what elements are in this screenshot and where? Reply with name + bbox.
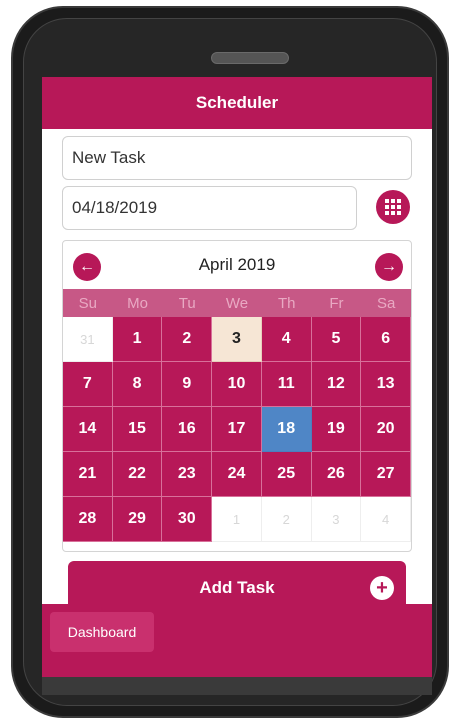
calendar-day[interactable]: 25 <box>261 452 312 497</box>
calendar-day[interactable]: 20 <box>361 407 411 452</box>
calendar-day[interactable]: 15 <box>112 407 163 452</box>
weekday-label: Tu <box>178 294 196 312</box>
date-input[interactable]: 04/18/2019 <box>62 186 357 230</box>
calendar-day[interactable]: 2 <box>261 497 312 542</box>
calendar-day[interactable]: 3 <box>311 497 362 542</box>
footer-bar: Dashboard <box>42 604 432 677</box>
calendar-day[interactable]: 14 <box>63 407 113 452</box>
new-task-placeholder: New Task <box>72 148 146 167</box>
calendar-day-today[interactable]: 3 <box>212 317 262 362</box>
calendar-day[interactable]: 10 <box>212 362 262 407</box>
calendar-day[interactable]: 1 <box>212 497 262 542</box>
calendar-days: 31 1 2 3 4 5 6 7 8 9 10 11 12 13 14 15 1… <box>63 317 411 542</box>
weekday-label: Sa <box>376 294 396 312</box>
calendar-day[interactable]: 13 <box>361 362 411 407</box>
calendar-toggle-button[interactable] <box>376 190 410 224</box>
calendar-day[interactable]: 6 <box>361 317 411 362</box>
next-month-button[interactable]: → <box>375 253 403 281</box>
calendar-day[interactable]: 19 <box>311 407 362 452</box>
dashboard-button[interactable]: Dashboard <box>50 612 154 652</box>
app-header: Scheduler <box>42 77 432 129</box>
grid-icon <box>385 199 401 215</box>
add-task-label: Add Task <box>199 578 275 597</box>
arrow-left-icon: ← <box>79 258 95 275</box>
calendar-day[interactable]: 5 <box>311 317 362 362</box>
plus-icon: + <box>370 576 394 600</box>
weekday-label: Su <box>78 294 98 312</box>
calendar-header: ← April 2019 → <box>63 241 411 289</box>
calendar-day[interactable]: 30 <box>162 497 213 542</box>
calendar-day[interactable]: 1 <box>112 317 163 362</box>
calendar-day[interactable]: 22 <box>112 452 163 497</box>
calendar-day[interactable]: 11 <box>261 362 312 407</box>
app-title: Scheduler <box>195 93 279 112</box>
calendar-day[interactable]: 9 <box>162 362 213 407</box>
calendar-day-selected[interactable]: 18 <box>261 407 312 452</box>
dashboard-label: Dashboard <box>67 624 137 640</box>
calendar-day[interactable]: 27 <box>361 452 411 497</box>
calendar-day[interactable]: 23 <box>162 452 213 497</box>
phone-speaker <box>211 52 289 64</box>
weekday-label: Fr <box>329 294 344 312</box>
calendar-day[interactable]: 24 <box>212 452 262 497</box>
previous-month-button[interactable]: ← <box>73 253 101 281</box>
calendar-day[interactable]: 21 <box>63 452 113 497</box>
arrow-right-icon: → <box>381 258 397 275</box>
new-task-input[interactable]: New Task <box>62 136 412 180</box>
calendar-day[interactable]: 17 <box>212 407 262 452</box>
calendar: ← April 2019 → Su Mo Tu We Th Fr Sa 31 1… <box>62 240 412 552</box>
calendar-day[interactable]: 16 <box>162 407 213 452</box>
calendar-day[interactable]: 28 <box>63 497 113 542</box>
calendar-day[interactable]: 4 <box>261 317 312 362</box>
weekday-label: Th <box>277 294 296 312</box>
weekday-row: Su Mo Tu We Th Fr Sa <box>63 289 411 317</box>
phone-bottom-bezel <box>42 677 432 695</box>
calendar-day[interactable]: 2 <box>162 317 213 362</box>
weekday-label: Mo <box>127 294 148 312</box>
app-screen: Scheduler New Task 04/18/2019 ← April 20… <box>42 77 432 677</box>
calendar-day[interactable]: 29 <box>112 497 163 542</box>
calendar-day[interactable]: 7 <box>63 362 113 407</box>
calendar-day[interactable]: 26 <box>311 452 362 497</box>
calendar-day[interactable]: 8 <box>112 362 163 407</box>
date-input-value: 04/18/2019 <box>72 198 158 217</box>
month-label: April 2019 <box>198 255 276 274</box>
calendar-day[interactable]: 31 <box>63 317 113 362</box>
calendar-day[interactable]: 12 <box>311 362 362 407</box>
weekday-label: We <box>225 294 249 312</box>
calendar-day[interactable]: 4 <box>361 497 411 542</box>
